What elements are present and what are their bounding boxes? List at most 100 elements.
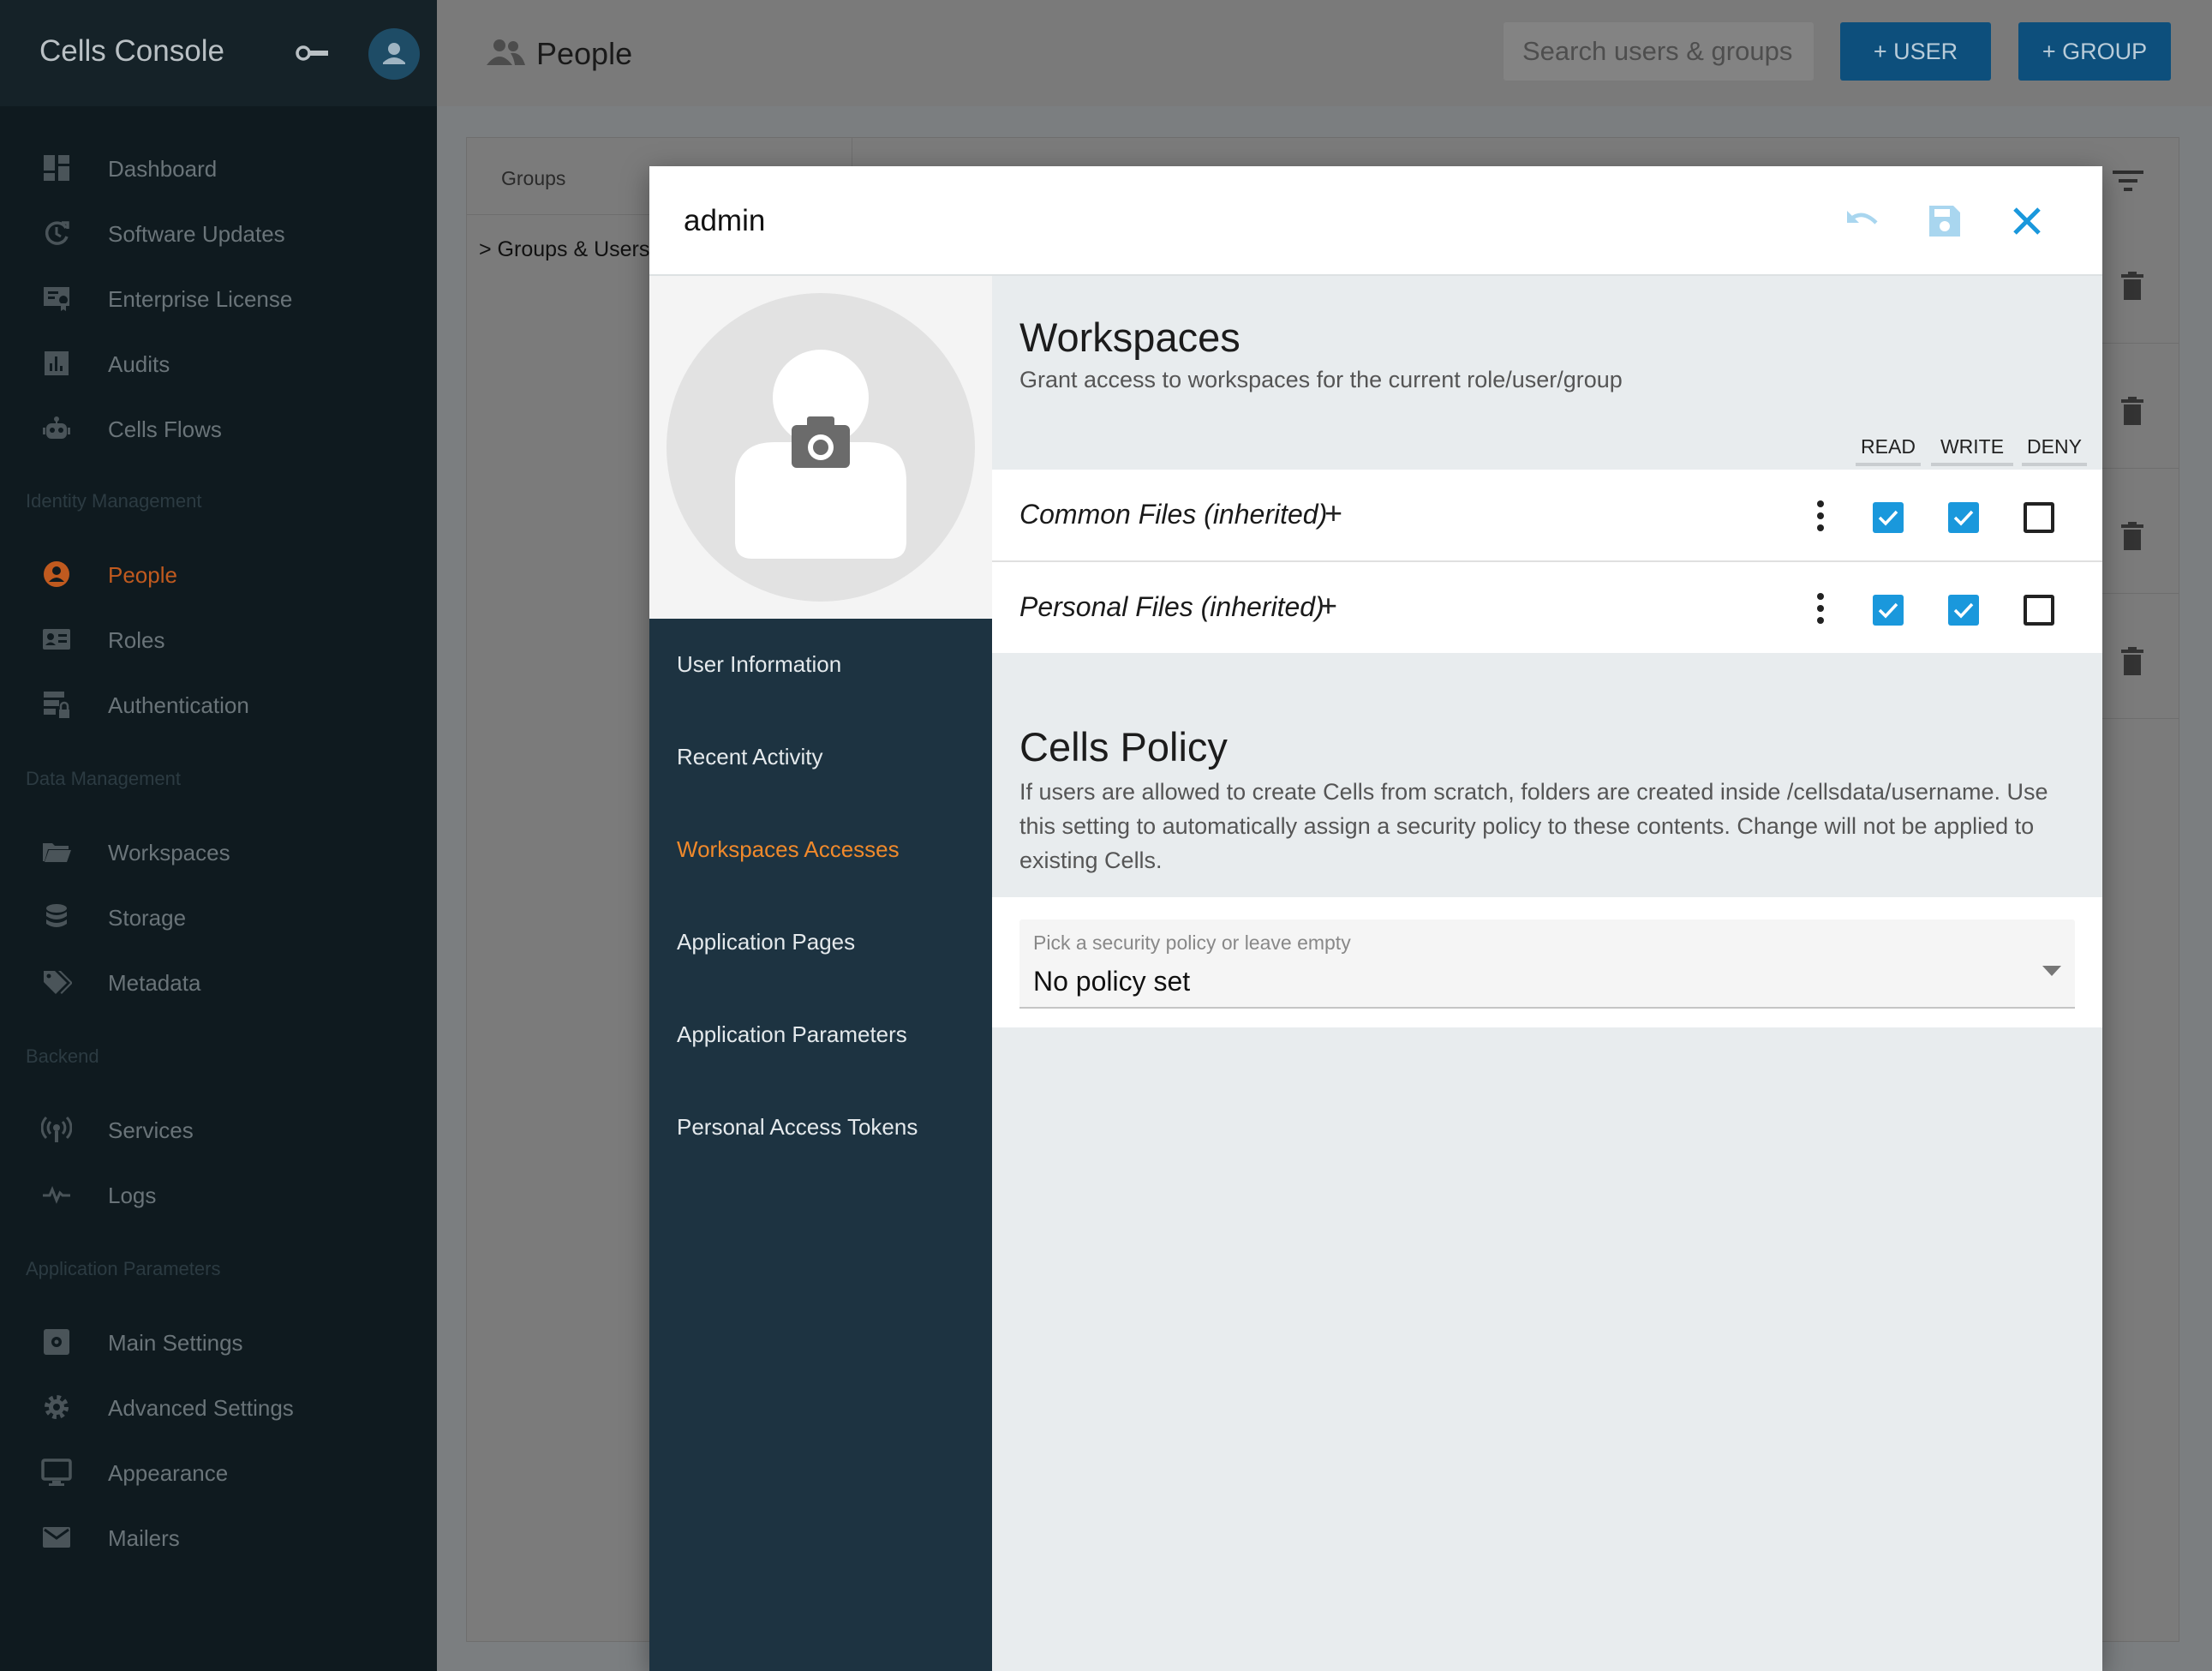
sidebar-item-storage[interactable]: Storage xyxy=(0,891,437,943)
avatar-placeholder-icon xyxy=(735,350,906,559)
sidebar-item-mailers[interactable]: Mailers xyxy=(0,1512,437,1563)
sidebar-item-label: Cells Flows xyxy=(108,416,222,442)
menu-workspaces-accesses[interactable]: Workspaces Accesses xyxy=(677,836,900,863)
menu-recent-activity[interactable]: Recent Activity xyxy=(677,744,823,770)
checkbox-read[interactable] xyxy=(1873,595,1904,626)
more-vert-icon[interactable] xyxy=(1814,499,1826,533)
sidebar-item-label: Logs xyxy=(108,1183,157,1208)
sidebar-item-label: Main Settings xyxy=(108,1330,243,1356)
server-lock-icon xyxy=(44,692,69,718)
avatar-area xyxy=(649,276,992,619)
folder-open-icon xyxy=(43,843,71,862)
policy-select-label: Pick a security policy or leave empty xyxy=(1033,931,1351,954)
sidebar-item-label: Authentication xyxy=(108,692,249,718)
sidebar-item-authentication[interactable]: Authentication xyxy=(0,679,437,730)
avatar-upload[interactable] xyxy=(667,293,975,602)
sidebar-item-label: Advanced Settings xyxy=(108,1395,294,1421)
menu-application-pages[interactable]: Application Pages xyxy=(677,929,855,955)
sidebar-item-label: Services xyxy=(108,1117,194,1143)
trash-icon[interactable] xyxy=(2120,272,2144,301)
add-icon[interactable]: + xyxy=(1324,495,1342,531)
account-icon xyxy=(383,43,405,64)
trash-icon[interactable] xyxy=(2120,397,2144,426)
policy-select[interactable]: Pick a security policy or leave empty No… xyxy=(1019,919,2075,1009)
sidebar-item-software-updates[interactable]: Software Updates xyxy=(0,207,437,259)
menu-application-parameters[interactable]: Application Parameters xyxy=(677,1021,907,1048)
key-icon[interactable] xyxy=(296,41,330,65)
add-user-button[interactable]: + USER xyxy=(1840,22,1991,81)
checkbox-write[interactable] xyxy=(1948,502,1979,533)
sidebar-item-label: Dashboard xyxy=(108,156,218,182)
check-icon xyxy=(1953,510,1974,526)
menu-personal-access-tokens[interactable]: Personal Access Tokens xyxy=(677,1114,918,1141)
sidebar-item-label: Storage xyxy=(108,905,187,931)
sidebar-item-people[interactable]: People xyxy=(0,548,437,600)
sidebar-item-label: Enterprise License xyxy=(108,286,293,312)
section-identity-management: Identity Management xyxy=(26,490,202,512)
column-write: WRITE xyxy=(1931,432,2013,466)
sidebar-item-cells-flows[interactable]: Cells Flows xyxy=(0,403,437,454)
menu-user-information[interactable]: User Information xyxy=(677,651,841,678)
trash-icon[interactable] xyxy=(2120,647,2144,676)
more-vert-icon[interactable] xyxy=(1814,591,1826,626)
save-icon[interactable] xyxy=(1924,201,1965,242)
checkbox-deny[interactable] xyxy=(2024,502,2054,533)
add-icon[interactable]: + xyxy=(1319,588,1337,624)
policy-select-value: No policy set xyxy=(1033,966,1191,997)
sidebar-item-audits[interactable]: Audits xyxy=(0,338,437,389)
robot-icon xyxy=(43,416,70,439)
section-backend: Backend xyxy=(26,1045,99,1067)
sidebar-item-main-settings[interactable]: Main Settings xyxy=(0,1316,437,1368)
search-input[interactable] xyxy=(1504,22,1814,81)
cells-policy-title: Cells Policy xyxy=(1019,724,1228,770)
settings-box-icon xyxy=(44,1329,69,1355)
chart-icon xyxy=(45,351,69,375)
workspaces-title: Workspaces xyxy=(1019,314,1241,360)
sidebar-item-advanced-settings[interactable]: Advanced Settings xyxy=(0,1381,437,1433)
sidebar-item-logs[interactable]: Logs xyxy=(0,1169,437,1220)
sidebar-item-roles[interactable]: Roles xyxy=(0,614,437,665)
sidebar-item-label: Appearance xyxy=(108,1460,229,1486)
workspace-row-common-files: Common Files (inherited) + xyxy=(992,470,2102,560)
close-icon[interactable] xyxy=(2006,201,2048,242)
dashboard-icon xyxy=(44,155,69,181)
sidebar-item-appearance[interactable]: Appearance xyxy=(0,1446,437,1498)
user-avatar-button[interactable] xyxy=(368,28,420,80)
checkbox-read[interactable] xyxy=(1873,502,1904,533)
sidebar-item-services[interactable]: Services xyxy=(0,1104,437,1155)
pulse-icon xyxy=(43,1186,70,1204)
mail-icon xyxy=(43,1527,70,1548)
page-title: People xyxy=(536,36,633,71)
license-icon xyxy=(44,287,69,311)
trash-icon[interactable] xyxy=(2120,522,2144,551)
sidebar-item-enterprise-license[interactable]: Enterprise License xyxy=(0,273,437,324)
broadcast-icon xyxy=(41,1116,72,1142)
checkbox-write[interactable] xyxy=(1948,595,1979,626)
undo-icon[interactable] xyxy=(1842,201,1883,242)
section-application-parameters: Application Parameters xyxy=(26,1258,221,1279)
workspaces-subtitle: Grant access to workspaces for the curre… xyxy=(1019,367,1623,392)
person-circle-icon xyxy=(44,561,69,587)
sidebar-item-label: Mailers xyxy=(108,1525,180,1551)
column-read: READ xyxy=(1856,432,1921,466)
sidebar-item-label: People xyxy=(108,562,177,588)
tree-item-groups-users[interactable]: > Groups & Users xyxy=(479,237,649,262)
database-icon xyxy=(46,904,67,927)
sidebar-item-dashboard[interactable]: Dashboard xyxy=(0,142,437,194)
sidebar-item-metadata[interactable]: Metadata xyxy=(0,956,437,1008)
sidebar-header: Cells Console xyxy=(0,0,437,106)
tags-icon xyxy=(44,971,72,994)
sidebar: Cells Console Dashboard Software Updates… xyxy=(0,0,437,1671)
policy-panel: Pick a security policy or leave empty No… xyxy=(992,897,2102,1027)
top-bar: People + USER + GROUP xyxy=(437,0,2212,106)
dialog-menu: User Information Recent Activity Workspa… xyxy=(649,276,992,1671)
row-divider xyxy=(992,560,2102,562)
sidebar-item-label: Metadata xyxy=(108,970,201,996)
check-icon xyxy=(1878,602,1898,619)
search-box xyxy=(1504,22,1814,81)
add-group-button[interactable]: + GROUP xyxy=(2018,22,2171,81)
checkbox-deny[interactable] xyxy=(2024,595,2054,626)
filter-icon[interactable] xyxy=(2111,164,2145,198)
people-icon xyxy=(487,39,525,65)
sidebar-item-workspaces[interactable]: Workspaces xyxy=(0,826,437,877)
